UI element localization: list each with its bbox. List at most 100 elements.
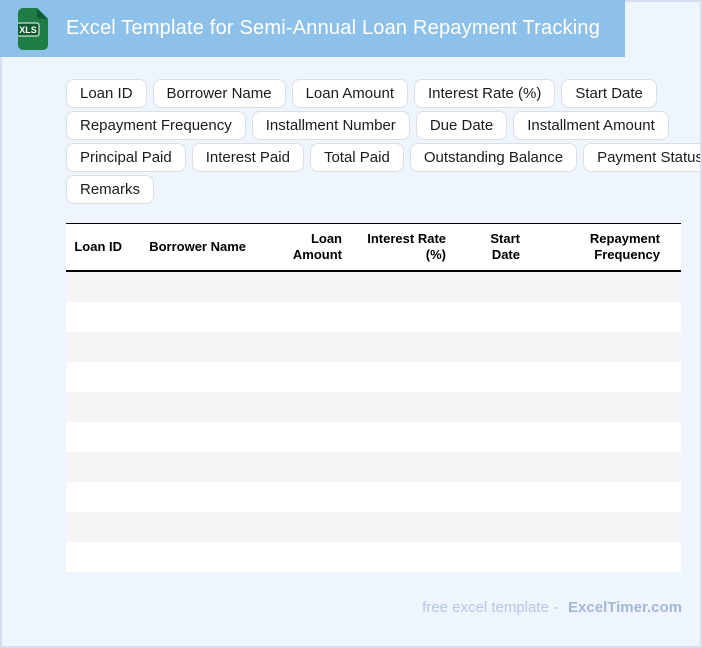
table-row bbox=[66, 482, 681, 512]
table-cell-empty bbox=[262, 482, 358, 512]
table-cell-empty bbox=[66, 452, 138, 482]
table-cell-empty bbox=[66, 271, 138, 302]
chip-installment-amount[interactable]: Installment Amount bbox=[513, 111, 669, 140]
table-cell-empty bbox=[262, 422, 358, 452]
chip-loan-id[interactable]: Loan ID bbox=[66, 79, 147, 108]
table-cell-empty bbox=[676, 271, 681, 302]
table-cell-empty bbox=[462, 452, 536, 482]
chip-total-paid[interactable]: Total Paid bbox=[309, 143, 404, 172]
table-cell-empty bbox=[138, 392, 262, 422]
chip-row: Principal Paid Interest Paid Total Paid Out… bbox=[66, 143, 702, 172]
table-cell-empty bbox=[676, 302, 681, 332]
xls-icon-label: XLS bbox=[19, 25, 37, 35]
chip-loan-amount[interactable]: Loan Amount bbox=[291, 79, 408, 108]
table-row bbox=[66, 392, 681, 422]
table-cell-empty bbox=[262, 512, 358, 542]
column-header-start-date: Start Date bbox=[462, 223, 536, 272]
table-cell-empty bbox=[262, 392, 358, 422]
table-header-row: Loan ID Borrower Name Loan Amount Interest … bbox=[66, 223, 681, 272]
table-cell-empty bbox=[536, 452, 676, 482]
table-cell-empty bbox=[66, 542, 138, 572]
table-cell-empty bbox=[66, 482, 138, 512]
table-cell-empty bbox=[358, 452, 462, 482]
table-cell-empty bbox=[462, 362, 536, 392]
table-cell-empty bbox=[138, 542, 262, 572]
chip-interest-rate[interactable]: Interest Rate (%) bbox=[413, 79, 556, 108]
brand-link[interactable]: ExcelTimer.com bbox=[568, 599, 682, 616]
table-cell-empty bbox=[462, 271, 536, 302]
table-cell-empty bbox=[462, 422, 536, 452]
table-cell-empty bbox=[358, 362, 462, 392]
chip-payment-status[interactable]: Payment Status bbox=[583, 143, 702, 172]
column-header-interest-rate: Interest Rate (%) bbox=[358, 223, 462, 272]
table-cell-empty bbox=[138, 512, 262, 542]
table-cell-empty bbox=[536, 302, 676, 332]
table-cell-empty bbox=[358, 512, 462, 542]
table-cell-empty bbox=[676, 392, 681, 422]
column-header-loan-id: Loan ID bbox=[66, 223, 138, 272]
table-cell-empty bbox=[536, 332, 676, 362]
chip-repayment-frequency[interactable]: Repayment Frequency bbox=[66, 111, 246, 140]
footer-text: free excel template - bbox=[422, 599, 559, 616]
chip-row: Loan ID Borrower Name Loan Amount Interest … bbox=[66, 79, 686, 108]
table-cell-empty bbox=[358, 482, 462, 512]
table-cell-empty bbox=[676, 542, 681, 572]
header-bar: XLS Excel Template for Semi-Annual Loan … bbox=[0, 0, 625, 57]
table-cell-empty bbox=[536, 542, 676, 572]
table-cell-empty bbox=[138, 332, 262, 362]
chip-interest-paid[interactable]: Interest Paid bbox=[191, 143, 304, 172]
table-cell-empty bbox=[676, 482, 681, 512]
table-cell-empty bbox=[536, 392, 676, 422]
table-cell-empty bbox=[358, 302, 462, 332]
chip-installment-number[interactable]: Installment Number bbox=[251, 111, 410, 140]
table-cell-empty bbox=[462, 302, 536, 332]
table-cell-empty bbox=[66, 362, 138, 392]
table-cell-empty bbox=[358, 422, 462, 452]
table-cell-empty bbox=[138, 422, 262, 452]
preview-table-container: Loan ID Borrower Name Loan Amount Interest … bbox=[66, 223, 681, 572]
column-header-borrower-name: Borrower Name bbox=[138, 223, 262, 272]
table-row bbox=[66, 302, 681, 332]
table-cell-empty bbox=[536, 482, 676, 512]
table-cell-empty bbox=[676, 452, 681, 482]
table-cell-empty bbox=[462, 332, 536, 362]
chip-remarks[interactable]: Remarks bbox=[66, 175, 155, 204]
column-header-loan-amount: Loan Amount bbox=[262, 223, 358, 272]
table-cell-empty bbox=[536, 362, 676, 392]
table-cell-empty bbox=[536, 271, 676, 302]
chip-principal-paid[interactable]: Principal Paid bbox=[66, 143, 186, 172]
chip-start-date[interactable]: Start Date bbox=[561, 79, 657, 108]
chip-row: Repayment Frequency Installment Number Due… bbox=[66, 111, 686, 140]
table-cell-empty bbox=[536, 422, 676, 452]
table-row bbox=[66, 271, 681, 302]
table-cell-empty bbox=[358, 392, 462, 422]
footer: free excel template - ExcelTimer.com bbox=[422, 598, 682, 617]
table-cell-empty bbox=[462, 512, 536, 542]
table-cell-empty bbox=[262, 302, 358, 332]
table-cell-empty bbox=[462, 542, 536, 572]
table-cell-empty bbox=[676, 512, 681, 542]
table-cell-empty bbox=[462, 482, 536, 512]
table-cell-empty bbox=[676, 332, 681, 362]
chip-due-date[interactable]: Due Date bbox=[415, 111, 508, 140]
table-cell-empty bbox=[66, 512, 138, 542]
page-title: Excel Template for Semi-Annual Loan Repa… bbox=[66, 17, 601, 39]
table-cell-empty bbox=[262, 542, 358, 572]
column-header-repayment-frequency: Repayment Frequency bbox=[536, 223, 676, 272]
column-tag-list: Loan ID Borrower Name Loan Amount Interest … bbox=[66, 79, 702, 207]
table-cell-empty bbox=[138, 271, 262, 302]
loan-repayment-table: Loan ID Borrower Name Loan Amount Interest … bbox=[66, 223, 681, 572]
chip-borrower-name[interactable]: Borrower Name bbox=[152, 79, 286, 108]
table-cell-empty bbox=[262, 362, 358, 392]
table-row bbox=[66, 332, 681, 362]
table-row bbox=[66, 452, 681, 482]
table-cell-empty bbox=[138, 452, 262, 482]
table-cell-empty bbox=[66, 302, 138, 332]
chip-row: Remarks bbox=[66, 175, 686, 204]
chip-outstanding-balance[interactable]: Outstanding Balance bbox=[409, 143, 578, 172]
table-body bbox=[66, 271, 681, 572]
table-cell-empty bbox=[138, 362, 262, 392]
table-cell-empty bbox=[66, 332, 138, 362]
column-header-installment-number: Installment Number bbox=[676, 223, 681, 272]
table-header: Loan ID Borrower Name Loan Amount Interest … bbox=[66, 223, 681, 272]
